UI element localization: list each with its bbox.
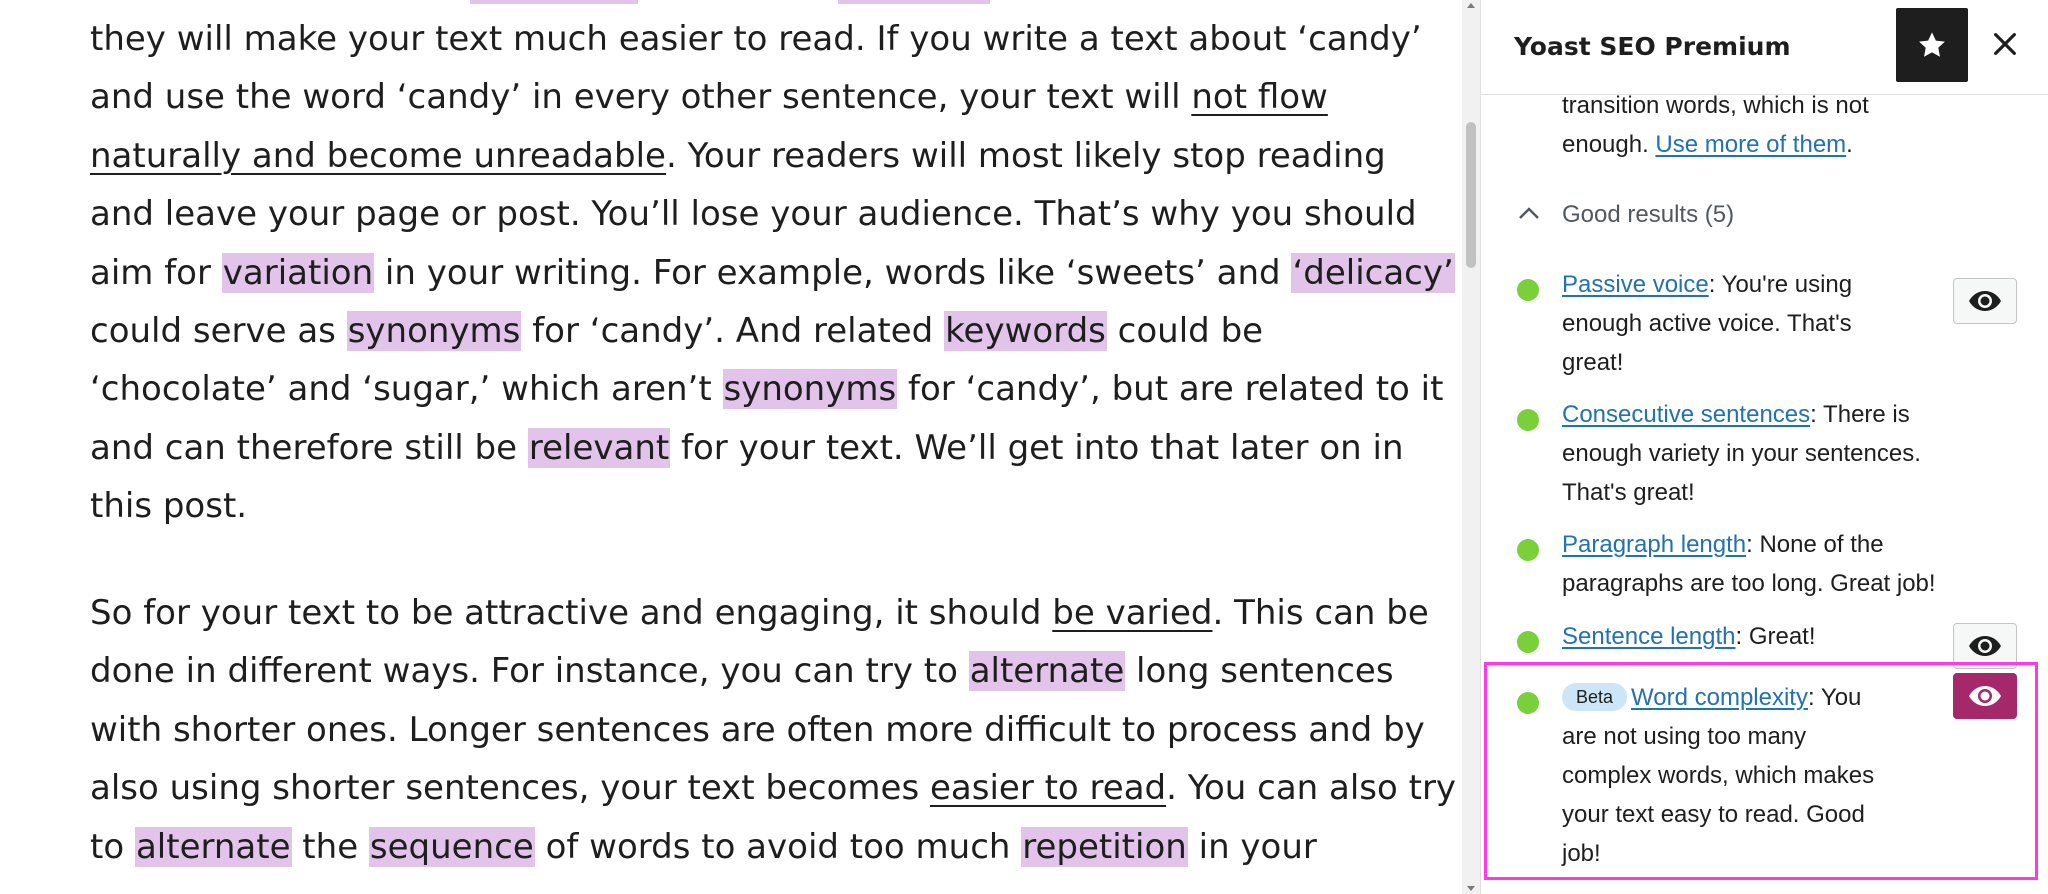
- word-complexity-link[interactable]: Word complexity: [1631, 684, 1808, 711]
- sidebar-header: Yoast SEO Premium: [1481, 0, 2048, 95]
- result-line: enough.: [1562, 131, 1656, 158]
- text-line: also using shorter sentences, your text …: [90, 768, 930, 809]
- text-line: . You can also try: [1166, 768, 1457, 809]
- text-line: So for your text to be attractive and en…: [90, 593, 1053, 633]
- result-line: .: [1846, 131, 1853, 158]
- passive-voice-link[interactable]: Passive voice: [1562, 271, 1709, 298]
- result-line: : None of the: [1746, 531, 1884, 558]
- good-status-dot: [1517, 409, 1539, 431]
- clipped-highlight: [470, 0, 638, 4]
- text-link[interactable]: easier to read: [930, 768, 1166, 808]
- star-icon: [1919, 32, 1945, 57]
- good-status-dot: [1517, 692, 1539, 714]
- text-line: and use the word ‘candy’ in every other …: [90, 77, 1192, 118]
- keyword-highlight: ‘delicacy’: [1291, 252, 1455, 293]
- use-more-link[interactable]: Use more of them: [1655, 131, 1846, 158]
- text-line: done in different ways. For instance, yo…: [90, 651, 969, 692]
- text-link[interactable]: naturally and become unreadable: [90, 136, 666, 176]
- text-line: in your: [1187, 826, 1317, 867]
- close-icon: [1994, 33, 2016, 55]
- close-button[interactable]: [1989, 28, 2021, 60]
- text-line: aim for: [90, 252, 222, 293]
- text-line: . This can be: [1212, 593, 1429, 633]
- scroll-down-arrow-icon[interactable]: [1467, 886, 1475, 891]
- keyword-highlight: keywords: [944, 311, 1107, 352]
- result-line: : Great!: [1735, 623, 1816, 650]
- result-line: are not using too many: [1562, 723, 1807, 750]
- previous-result-text: transition words, which is not enough. Us…: [1562, 95, 1982, 164]
- result-line: job!: [1562, 840, 1601, 867]
- eye-icon: [1969, 636, 2001, 656]
- result-line: paragraphs are too long. Great job!: [1562, 570, 1936, 597]
- result-text: Passive voice: You're using enough active…: [1562, 265, 1932, 382]
- text-line: in your writing. For example, words like…: [374, 252, 1292, 293]
- good-results-toggle[interactable]: Good results (5): [1514, 195, 1914, 235]
- good-status-dot: [1517, 279, 1539, 301]
- result-line: : You're using: [1708, 271, 1853, 298]
- highlight-eye-button-active[interactable]: [1953, 673, 2017, 719]
- yoast-sidebar: Yoast SEO Premium transition words, whic…: [1480, 0, 2048, 894]
- text-line: long sentences: [1125, 651, 1394, 692]
- beta-badge: Beta: [1562, 683, 1628, 711]
- keyword-highlight: repetition: [1021, 826, 1188, 867]
- keyword-highlight: relevant: [527, 427, 671, 468]
- text-line: . Your readers will most likely stop rea…: [665, 135, 1386, 176]
- editor-canvas[interactable]: they will make your text much easier to …: [0, 0, 1462, 894]
- result-line: transition words, which is not: [1562, 95, 1869, 119]
- scroll-thumb[interactable]: [1466, 122, 1476, 268]
- text-link[interactable]: be varied: [1052, 593, 1212, 633]
- text-line: to: [90, 826, 135, 867]
- result-line: great!: [1562, 349, 1624, 376]
- result-text: Beta Word complexity: You are not using to…: [1562, 678, 1922, 873]
- result-line: complex words, which makes: [1562, 762, 1875, 789]
- text-link[interactable]: not flow: [1191, 77, 1328, 117]
- paragraph-block[interactable]: So for your text to be attractive and en…: [90, 584, 1456, 876]
- text-line: of words to avoid too much: [534, 826, 1022, 867]
- keyword-highlight: sequence: [368, 826, 535, 867]
- sentence-length-link[interactable]: Sentence length: [1562, 623, 1735, 650]
- good-status-dot: [1517, 539, 1539, 561]
- star-button[interactable]: [1896, 8, 1968, 82]
- sidebar-title: Yoast SEO Premium: [1514, 32, 1791, 61]
- text-line: and can therefore still be: [90, 427, 528, 468]
- result-line: enough active voice. That's: [1562, 310, 1852, 337]
- eye-icon: [1969, 291, 2001, 311]
- text-line: this post.: [90, 486, 248, 527]
- result-line: enough variety in your sentences.: [1562, 440, 1921, 467]
- text-line: for your text. We’ll get into that later…: [670, 427, 1404, 468]
- result-line: your text easy to read. Good: [1562, 801, 1865, 828]
- keyword-highlight: synonyms: [346, 311, 522, 352]
- chevron-up-icon: [1519, 207, 1539, 219]
- keyword-highlight: alternate: [968, 651, 1126, 692]
- scroll-up-arrow-icon[interactable]: [1467, 3, 1475, 8]
- highlight-eye-button[interactable]: [1953, 278, 2017, 324]
- good-results-label: Good results (5): [1562, 201, 1735, 228]
- editor-scrollbar[interactable]: [1462, 0, 1480, 894]
- good-status-dot: [1517, 631, 1539, 653]
- keyword-highlight: synonyms: [722, 369, 898, 410]
- keyword-highlight: alternate: [134, 826, 292, 867]
- eye-icon: [1969, 686, 2001, 706]
- text-line: for ‘candy’. And related: [521, 311, 945, 352]
- consecutive-sentences-link[interactable]: Consecutive sentences: [1562, 401, 1810, 428]
- sidebar-content[interactable]: transition words, which is not enough. Us…: [1481, 95, 2048, 894]
- text-line: could be: [1106, 311, 1264, 352]
- result-text: Sentence length: Great!: [1562, 617, 1932, 656]
- paragraph-block[interactable]: they will make your text much easier to …: [90, 10, 1455, 536]
- result-line: : You: [1807, 684, 1862, 711]
- text-line: and leave your page or post. You’ll lose…: [90, 194, 1417, 235]
- text-line: could serve as: [90, 311, 347, 352]
- result-text: Consecutive sentences: There is enough va…: [1562, 395, 2022, 512]
- result-line: That's great!: [1562, 479, 1695, 506]
- text-line: ‘chocolate’ and ‘sugar,’ which aren’t: [90, 369, 723, 410]
- clipped-highlight: [838, 0, 990, 4]
- text-line: the: [291, 826, 369, 867]
- text-line: with shorter ones. Longer sentences are …: [90, 709, 1425, 750]
- text-line: for ‘candy’, but are related to it: [897, 369, 1444, 410]
- text-line: they will make your text much easier to …: [90, 19, 1422, 59]
- result-text: Paragraph length: None of the paragraphs …: [1562, 525, 2032, 603]
- paragraph-length-link[interactable]: Paragraph length: [1562, 531, 1746, 558]
- keyword-highlight: variation: [221, 252, 375, 293]
- result-line: : There is: [1810, 401, 1910, 428]
